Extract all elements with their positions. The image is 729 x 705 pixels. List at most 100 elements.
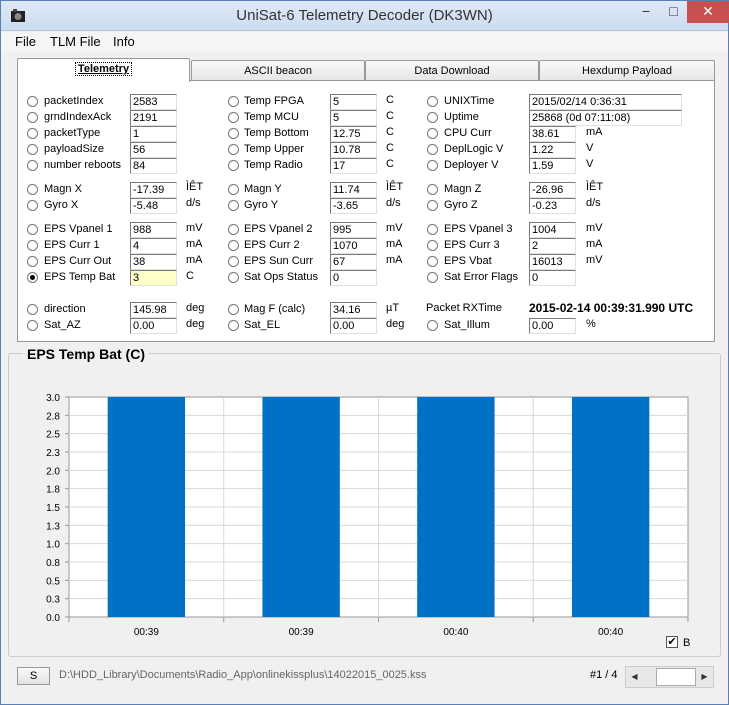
field-temp-upper[interactable]: 10.78 [330,142,377,158]
menu-info[interactable]: Info [113,34,135,49]
radio-sat-ops-status[interactable] [228,272,239,283]
radio-eps-vpanel3[interactable] [427,224,438,235]
field-depllogic-v[interactable]: 1.22 [529,142,576,158]
radio-payloadsize[interactable] [27,144,38,155]
y-tick-label: 0.5 [46,576,60,587]
radio-eps-curr2[interactable] [228,240,239,251]
field-eps-temp-bat[interactable]: 3 [130,270,177,286]
minimize-button[interactable]: − [632,1,660,23]
radio-sat-illum[interactable] [427,320,438,331]
label-gyro-x: Gyro X [44,199,79,211]
radio-eps-curr-out[interactable] [27,256,38,267]
field-sat-ops-status[interactable]: 0 [330,270,377,286]
radio-packettype[interactable] [27,128,38,139]
field-temp-fpga[interactable]: 5 [330,94,377,110]
tab-strip: Telemetry ASCII beacon Data Download Hex… [17,58,715,82]
radio-eps-vpanel2[interactable] [228,224,239,235]
radio-packetindex[interactable] [27,96,38,107]
radio-eps-sun-curr[interactable] [228,256,239,267]
field-eps-vpanel1[interactable]: 988 [130,222,177,238]
radio-temp-bottom[interactable] [228,128,239,139]
radio-eps-vpanel1[interactable] [27,224,38,235]
field-eps-curr1[interactable]: 4 [130,238,177,254]
field-cpu-curr[interactable]: 38.61 [529,126,576,142]
tab-hexdump-payload[interactable]: Hexdump Payload [539,60,715,81]
radio-magn-z[interactable] [427,184,438,195]
radio-eps-curr3[interactable] [427,240,438,251]
field-eps-curr-out[interactable]: 38 [130,254,177,270]
radio-unixtime[interactable] [427,96,438,107]
field-eps-curr2[interactable]: 1070 [330,238,377,254]
field-eps-vpanel3[interactable]: 1004 [529,222,576,238]
field-sat-az[interactable]: 0.00 [130,318,177,334]
tab-data-download[interactable]: Data Download [365,60,539,81]
field-temp-mcu[interactable]: 5 [330,110,377,126]
scroll-right-icon[interactable]: ▶ [696,667,713,687]
field-sat-error-flags[interactable]: 0 [529,270,576,286]
maximize-button[interactable]: □ [660,1,687,23]
radio-magn-x[interactable] [27,184,38,195]
field-uptime[interactable]: 25868 (0d 07:11:08) [529,110,682,126]
field-eps-vbat[interactable]: 16013 [529,254,576,270]
radio-cpu-curr[interactable] [427,128,438,139]
field-temp-bottom[interactable]: 12.75 [330,126,377,142]
radio-mag-f[interactable] [228,304,239,315]
menu-file[interactable]: File [15,34,36,49]
radio-number-reboots[interactable] [27,160,38,171]
field-sat-illum[interactable]: 0.00 [529,318,576,334]
radio-eps-curr1[interactable] [27,240,38,251]
radio-temp-upper[interactable] [228,144,239,155]
field-mag-f[interactable]: 34.16 [330,302,377,318]
field-payloadsize[interactable]: 56 [130,142,177,158]
radio-gyro-y[interactable] [228,200,239,211]
close-button[interactable]: ✕ [687,1,729,23]
field-sat-el[interactable]: 0.00 [330,318,377,334]
radio-direction[interactable] [27,304,38,315]
field-gyro-y[interactable]: -3.65 [330,198,377,214]
packet-scrollbar[interactable]: ◀ ▶ [625,666,714,688]
tab-ascii-beacon[interactable]: ASCII beacon [191,60,365,81]
radio-magn-y[interactable] [228,184,239,195]
field-magn-z[interactable]: -26.96 [529,182,576,198]
radio-sat-el[interactable] [228,320,239,331]
unit-cpu-curr: mA [586,126,603,138]
field-direction[interactable]: 145.98 [130,302,177,318]
menu-tlm-file[interactable]: TLM File [50,34,101,49]
radio-gyro-z[interactable] [427,200,438,211]
radio-temp-fpga[interactable] [228,96,239,107]
radio-deployer-v[interactable] [427,160,438,171]
s-button[interactable]: S [17,667,50,685]
field-eps-vpanel2[interactable]: 995 [330,222,377,238]
field-grndindexack[interactable]: 2191 [130,110,177,126]
unit-mag-f: µT [386,302,400,314]
y-tick-label: 1.5 [46,503,60,514]
radio-temp-radio[interactable] [228,160,239,171]
radio-temp-mcu[interactable] [228,112,239,123]
field-magn-y[interactable]: 11.74 [330,182,377,198]
field-unixtime[interactable]: 2015/02/14 0:36:31 [529,94,682,110]
y-tick-label: 1.0 [46,540,60,551]
field-number-reboots[interactable]: 84 [130,158,177,174]
radio-sat-az[interactable] [27,320,38,331]
radio-eps-vbat[interactable] [427,256,438,267]
tab-telemetry[interactable]: Telemetry [17,58,190,82]
field-packettype[interactable]: 1 [130,126,177,142]
radio-uptime[interactable] [427,112,438,123]
field-deployer-v[interactable]: 1.59 [529,158,576,174]
field-packetindex[interactable]: 2583 [130,94,177,110]
field-gyro-x[interactable]: -5.48 [130,198,177,214]
field-temp-radio[interactable]: 17 [330,158,377,174]
field-gyro-z[interactable]: -0.23 [529,198,576,214]
field-eps-curr3[interactable]: 2 [529,238,576,254]
radio-sat-error-flags[interactable] [427,272,438,283]
legend-checkbox-b[interactable]: ✔ [666,636,678,648]
field-eps-sun-curr[interactable]: 67 [330,254,377,270]
radio-depllogic-v[interactable] [427,144,438,155]
label-eps-vpanel3: EPS Vpanel 3 [444,223,513,235]
scroll-left-icon[interactable]: ◀ [626,667,643,687]
radio-eps-temp-bat[interactable] [27,272,38,283]
field-magn-x[interactable]: -17.39 [130,182,177,198]
radio-gyro-x[interactable] [27,200,38,211]
radio-grndindexack[interactable] [27,112,38,123]
scroll-thumb[interactable] [656,668,696,686]
